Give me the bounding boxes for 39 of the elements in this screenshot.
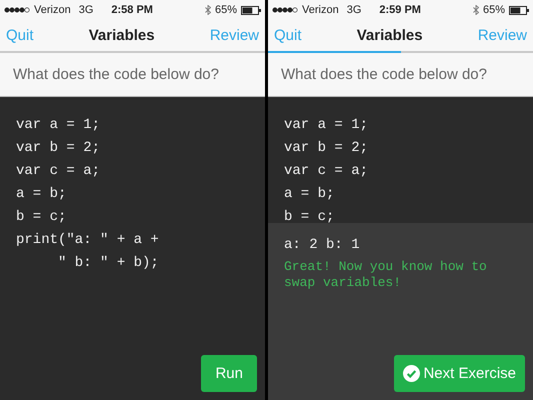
battery-icon: [241, 6, 261, 14]
success-message: Great! Now you know how to swap variables!: [284, 259, 488, 291]
code-line: print("a: " + a +: [16, 231, 160, 250]
question-text: What does the code below do?: [0, 53, 265, 97]
battery-percent: 65%: [482, 4, 505, 16]
network-type: 3G: [346, 4, 362, 16]
quit-link[interactable]: Quit: [274, 27, 302, 44]
question-text: What does the code below do?: [268, 53, 533, 97]
code-line: a = b;: [16, 185, 68, 204]
check-circle-icon: [403, 365, 420, 382]
bluetooth-icon: [204, 5, 211, 15]
output-result: a: 2 b: 1: [284, 237, 361, 253]
code-line: " b: " + b);: [57, 254, 160, 273]
code-line: var c = a;: [284, 162, 370, 181]
clock-time: 2:58 PM: [111, 4, 154, 16]
code-line: a = b;: [284, 185, 336, 204]
clock-time: 2:59 PM: [379, 4, 422, 16]
code-line: var a = 1;: [284, 116, 370, 135]
screen-title: Variables: [356, 27, 423, 44]
review-link[interactable]: Review: [478, 27, 527, 44]
code-line: b = c;: [16, 208, 68, 227]
carrier-name: Verizon: [302, 4, 339, 16]
review-link[interactable]: Review: [210, 27, 259, 44]
quit-link[interactable]: Quit: [6, 27, 34, 44]
code-line: var b = 2;: [16, 139, 102, 158]
next-exercise-button[interactable]: Next Exercise: [394, 355, 525, 392]
screen-title: Variables: [88, 27, 155, 44]
code-line: var c = a;: [16, 162, 102, 181]
code-line: var b = 2;: [284, 139, 370, 158]
bluetooth-icon: [472, 5, 479, 15]
battery-icon: [509, 6, 529, 14]
carrier-name: Verizon: [34, 4, 71, 16]
signal-icon: [4, 7, 30, 13]
battery-percent: 65%: [214, 4, 237, 16]
code-line: b = c;: [284, 208, 336, 227]
run-button[interactable]: Run: [201, 355, 257, 392]
network-type: 3G: [78, 4, 94, 16]
signal-icon: [272, 7, 298, 13]
code-line: var a = 1;: [16, 116, 102, 135]
